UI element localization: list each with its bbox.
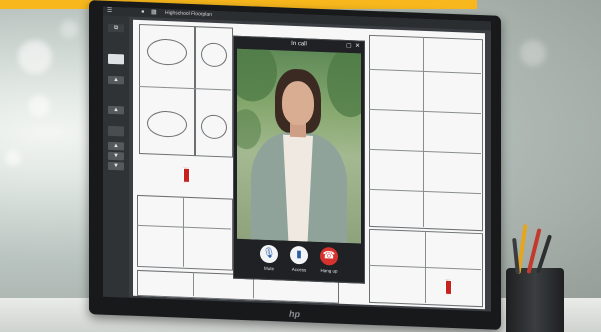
zoom-panel-button[interactable] bbox=[108, 53, 124, 65]
hang-up-label: Hang up bbox=[320, 267, 338, 274]
close-icon[interactable]: ✕ bbox=[355, 41, 360, 52]
grid-icon[interactable]: ▦ bbox=[151, 8, 157, 17]
scroll-down-button[interactable]: ▼ bbox=[108, 161, 124, 171]
microphone-icon: 🎙 bbox=[260, 244, 278, 264]
floor-up-button[interactable]: ▲ bbox=[108, 105, 124, 115]
access-button[interactable]: ▮ Access bbox=[284, 245, 314, 273]
door-marker[interactable] bbox=[183, 167, 190, 183]
caller-face bbox=[282, 80, 314, 126]
mute-label: Mute bbox=[263, 265, 274, 272]
floor-up-button-2[interactable]: ▲ bbox=[108, 141, 124, 151]
hang-up-button[interactable]: ☎ Hang up bbox=[314, 246, 344, 274]
level-indicator bbox=[108, 125, 124, 137]
access-label: Access bbox=[291, 266, 307, 273]
mute-button[interactable]: 🎙 Mute bbox=[254, 244, 284, 271]
maximize-icon[interactable]: ▢ bbox=[346, 41, 352, 52]
door-marker[interactable] bbox=[445, 279, 452, 296]
call-window: In call ▢ ✕ 🎙 Mute ▮ Access ☎ Hang up bbox=[233, 35, 365, 284]
user-icon[interactable]: ● bbox=[141, 8, 145, 17]
door-icon: ▮ bbox=[290, 245, 308, 265]
pen-cup bbox=[506, 223, 564, 332]
left-toolbar: ⧉ ▲ ▲ ▲ ▼ ▼ bbox=[103, 15, 129, 298]
call-actions: 🎙 Mute ▮ Access ☎ Hang up bbox=[234, 241, 364, 283]
floor-down-button[interactable]: ▼ bbox=[108, 151, 124, 161]
room-block-right bbox=[369, 34, 483, 232]
screen: ☰ ● ▦ Highschool Floorplan ⧉ ▲ ▲ ▲ ▼ ▼ I… bbox=[103, 6, 491, 312]
app-menu-icon[interactable]: ☰ bbox=[107, 7, 112, 16]
hp-logo: hp bbox=[289, 308, 300, 320]
phone-hangup-icon: ☎ bbox=[320, 246, 338, 266]
room-block-lower-left bbox=[137, 194, 233, 271]
layers-icon[interactable]: ⧉ bbox=[108, 23, 124, 33]
video-feed bbox=[237, 48, 361, 244]
window-title: Highschool Floorplan bbox=[165, 10, 212, 18]
scroll-up-button[interactable]: ▲ bbox=[108, 75, 124, 85]
monitor: ☰ ● ▦ Highschool Floorplan ⧉ ▲ ▲ ▲ ▼ ▼ I… bbox=[89, 0, 501, 330]
